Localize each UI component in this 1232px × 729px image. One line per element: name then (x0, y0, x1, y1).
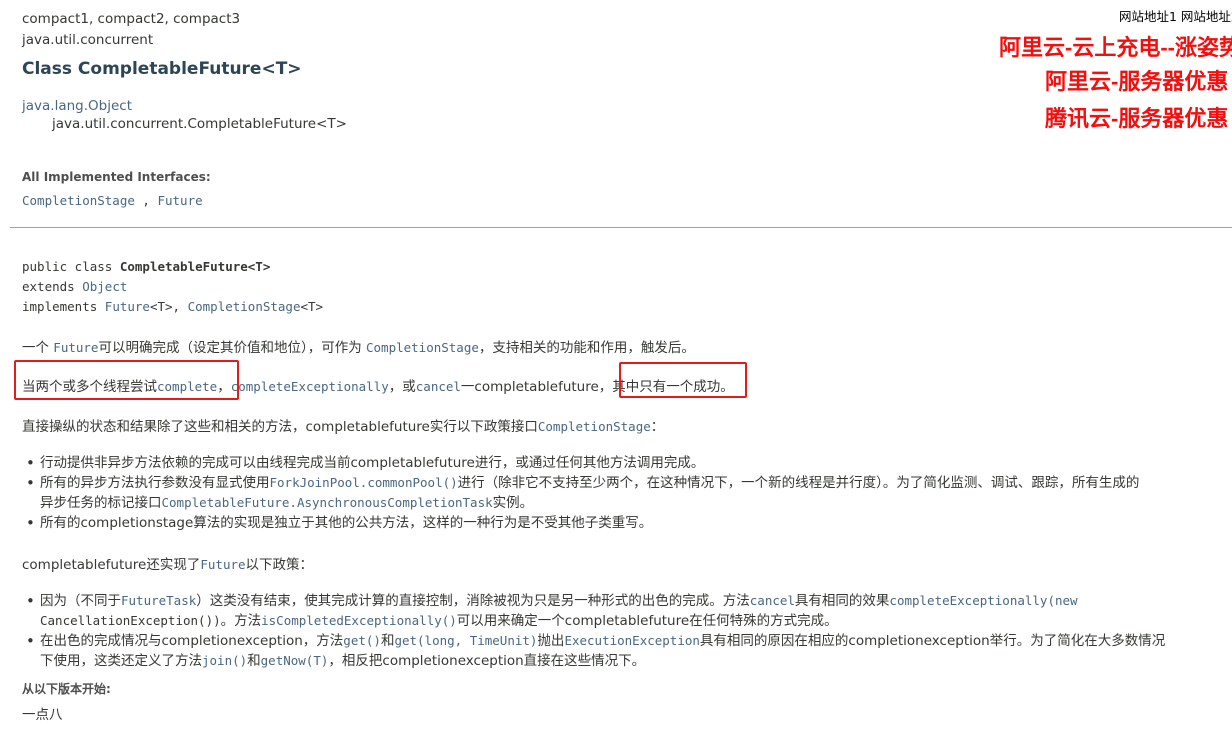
text: 抛出 (537, 633, 565, 649)
interface-link-future[interactable]: Future (157, 193, 202, 208)
package-name: java.util.concurrent (22, 32, 154, 48)
list-item: 在出色的完成情况与completionexception，方法get()和get… (26, 631, 1220, 671)
join-link[interactable]: join() (202, 653, 247, 668)
code: completeExceptionally(new (889, 593, 1078, 608)
futuretask-link[interactable]: FutureTask (121, 593, 196, 608)
since-value: 一点八 (22, 707, 63, 723)
text: 具有相同的效果 (794, 593, 890, 609)
kw-implements: implements (22, 299, 105, 314)
signature-line-3: implements Future<T>, CompletionStage<T> (22, 299, 323, 314)
text: ： (650, 419, 665, 435)
interface-separator: , (134, 193, 158, 208)
highlight-box-right (619, 362, 747, 398)
text: ，相反把completionexception直接在这些情况下。 (328, 653, 646, 669)
text: 和 (380, 633, 395, 649)
site-links[interactable]: 网站地址1 网站地址2 (1119, 6, 1232, 25)
signature-line-1: public class CompletableFuture<T> (22, 259, 270, 274)
text: completablefuture还实现了 (22, 557, 201, 573)
object-link[interactable]: Object (82, 279, 127, 294)
desc-paragraph-1: 一个 Future可以明确完成（设定其价值和地位），可作为 Completion… (22, 336, 695, 356)
cancel-code: cancel (415, 379, 461, 394)
desc-paragraph-4: completablefuture还实现了Future以下政策： (22, 553, 313, 573)
getnow-link[interactable]: getNow(T) (261, 653, 329, 668)
interface-link-completionstage[interactable]: CompletionStage (22, 193, 135, 208)
since-label: 从以下版本开始: (22, 682, 111, 696)
promo-aliyun-server[interactable]: 阿里云-服务器优惠 (1045, 64, 1232, 96)
text: 下使用，这类还定义了方法 (40, 653, 202, 669)
text: 所有的异步方法执行参数没有显式使用 (40, 475, 270, 491)
text: 因为（不同于 (40, 593, 121, 609)
text: 一completablefuture， (460, 379, 613, 395)
completionstage-link[interactable]: CompletionStage (538, 419, 651, 434)
signature-class-name: CompletableFuture<T> (119, 259, 271, 274)
text: 在出色的完成情况与completionexception，方法 (40, 633, 344, 649)
cancel-code: cancel (749, 593, 795, 608)
class-hierarchy-current: java.util.concurrent.CompletableFuture<T… (52, 116, 347, 132)
text: 进行（除非它不支持至少两个，在这种情况下，一个新的线程是并行度）。为了简化监测、… (457, 475, 1140, 491)
highlight-box-left (14, 360, 239, 400)
class-title: Class CompletableFuture<T> (22, 59, 302, 79)
text: ，或 (388, 379, 416, 395)
text: 。方法 (220, 613, 262, 629)
text: ）这类没有结束，使其完成计算的直接控制，消除被视为只是另一种形式的出色的完成。方… (196, 593, 750, 609)
completionstage-link[interactable]: CompletionStage (188, 299, 301, 314)
text: 具有相同的原因在相应的completionexception举行。为了简化在大多… (699, 633, 1166, 649)
text: 和 (247, 653, 261, 669)
text: 以下政策： (245, 557, 314, 573)
future-link[interactable]: Future (105, 299, 150, 314)
profiles: compact1, compact2, compact3 (22, 11, 241, 27)
type-param: <T>, (149, 299, 188, 314)
completionstage-link[interactable]: CompletionStage (366, 340, 479, 355)
text: ，支持相关的功能和作用，触发后。 (478, 340, 695, 356)
complete-exceptionally-link[interactable]: completeExceptionally (231, 379, 389, 394)
text: 直接操纵的状态和结果除了这些和相关的方法，completablefuture实行… (22, 419, 538, 435)
execution-exception-link[interactable]: ExecutionException (564, 633, 699, 648)
signature-line-2: extends Object (22, 279, 127, 294)
list-item: 行动提供非异步方法依赖的完成可以由线程完成当前completablefuture… (26, 453, 1220, 473)
get-timeout-link[interactable]: get(long, TimeUnit) (394, 633, 537, 648)
text: 异步任务的标记接口 (40, 495, 162, 511)
kw-public-class: public class (22, 259, 120, 274)
future-link[interactable]: Future (53, 340, 98, 355)
list-item: 所有的异步方法执行参数没有显式使用ForkJoinPool.commonPool… (26, 473, 1220, 513)
type-param: <T> (300, 299, 324, 314)
list-item: 因为（不同于FutureTask）这类没有结束，使其完成计算的直接控制，消除被视… (26, 591, 1220, 631)
get-link[interactable]: get() (343, 633, 381, 648)
code: CancellationException()) (40, 613, 221, 628)
text: 一个 (22, 340, 54, 356)
future-link[interactable]: Future (200, 557, 245, 572)
interfaces-heading: All Implemented Interfaces: (22, 170, 211, 184)
text: 可以用来确定一个completablefuture在任何特殊的方式完成。 (456, 613, 838, 629)
async-task-link[interactable]: CompletableFuture.AsynchronousCompletion… (162, 495, 493, 510)
is-completed-exceptionally-link[interactable]: isCompletedExceptionally() (261, 613, 457, 628)
superclass-link[interactable]: java.lang.Object (22, 98, 132, 114)
promo-tencent-server[interactable]: 腾讯云-服务器优惠 (1045, 101, 1232, 133)
interfaces-list: CompletionStage , Future (22, 193, 203, 208)
text: 可以明确完成（设定其价值和地位），可作为 (98, 340, 366, 356)
list-item: 所有的completionstage算法的实现是独立于其他的公共方法，这样的一种… (26, 513, 1220, 533)
commonpool-link[interactable]: ForkJoinPool.commonPool() (270, 475, 458, 490)
kw-extends: extends (22, 279, 83, 294)
promo-aliyun-charge[interactable]: 阿里云-云上充电--涨姿势 (999, 30, 1232, 62)
text: 实例。 (492, 495, 534, 511)
desc-paragraph-3: 直接操纵的状态和结果除了这些和相关的方法，completablefuture实行… (22, 415, 664, 435)
divider (10, 227, 1232, 228)
